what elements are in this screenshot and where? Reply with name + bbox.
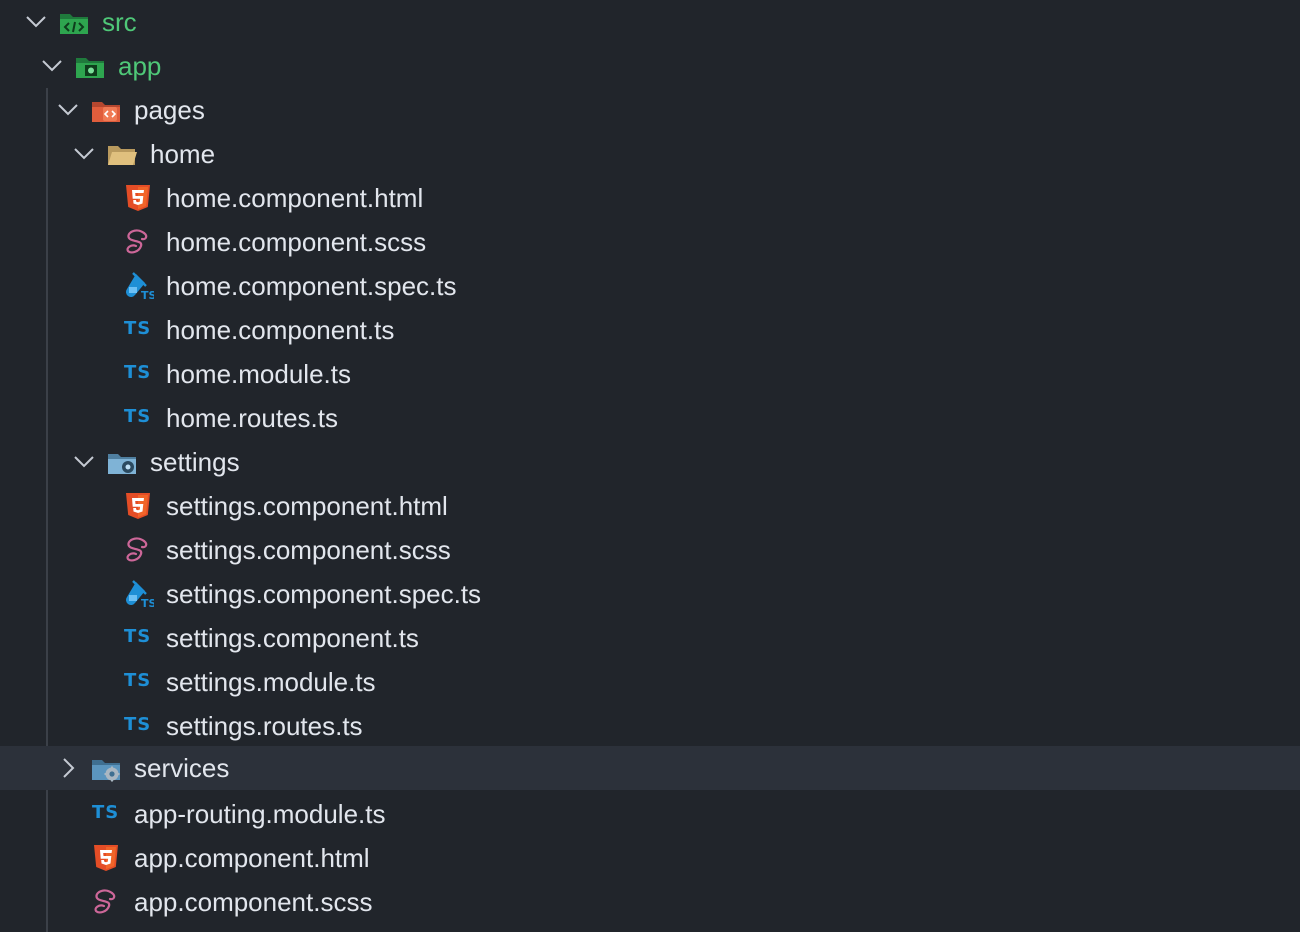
chevron-right-icon[interactable] bbox=[56, 756, 80, 780]
tree-folder-home[interactable]: home bbox=[0, 132, 1300, 176]
folder-open-icon bbox=[106, 139, 138, 169]
typescript-icon: TS bbox=[92, 802, 120, 823]
typescript-icon: TS bbox=[124, 318, 152, 339]
tree-folder-label: settings bbox=[150, 447, 240, 477]
tree-folder-label: pages bbox=[134, 95, 205, 125]
tree-file-home-component-html[interactable]: home.component.html bbox=[0, 176, 1300, 220]
tree-file-settings-component-html[interactable]: settings.component.html bbox=[0, 484, 1300, 528]
tree-folder-label: home bbox=[150, 139, 216, 169]
tree-file-label: home.component.ts bbox=[166, 315, 395, 345]
tree-file-label: settings.component.ts bbox=[166, 623, 419, 653]
test-ts-icon: TS bbox=[122, 271, 154, 301]
typescript-icon: TS bbox=[124, 714, 152, 735]
tree-file-home-module-ts[interactable]: TS home.module.ts bbox=[0, 352, 1300, 396]
tree-file-label: home.component.spec.ts bbox=[166, 271, 457, 301]
tree-file-home-component-spec-ts[interactable]: TS home.component.spec.ts bbox=[0, 264, 1300, 308]
tree-file-label: settings.component.scss bbox=[166, 535, 451, 565]
file-explorer-tree: src app pages home home.component.html h… bbox=[0, 0, 1300, 932]
chevron-down-icon[interactable] bbox=[40, 54, 64, 78]
tree-file-label: home.module.ts bbox=[166, 359, 351, 389]
tree-file-home-component-ts[interactable]: TS home.component.ts bbox=[0, 308, 1300, 352]
tree-folder-settings[interactable]: settings bbox=[0, 440, 1300, 484]
typescript-icon: TS bbox=[124, 670, 152, 691]
chevron-down-icon[interactable] bbox=[56, 98, 80, 122]
tree-file-settings-component-spec-ts[interactable]: TS settings.component.spec.ts bbox=[0, 572, 1300, 616]
tree-file-label: home.component.scss bbox=[166, 227, 427, 257]
tree-file-app-component-html[interactable]: app.component.html bbox=[0, 836, 1300, 880]
tree-file-app-component-scss[interactable]: app.component.scss bbox=[0, 880, 1300, 924]
folder-settings-icon bbox=[106, 447, 138, 477]
tree-folder-label: src bbox=[102, 7, 137, 37]
tree-file-label: app.component.scss bbox=[134, 887, 373, 917]
tree-file-label: settings.module.ts bbox=[166, 667, 376, 697]
tree-file-label: settings.routes.ts bbox=[166, 711, 363, 741]
tree-folder-label: app bbox=[118, 51, 162, 81]
tree-file-label: app.component.html bbox=[134, 843, 370, 873]
tree-file-settings-component-ts[interactable]: TS settings.component.ts bbox=[0, 616, 1300, 660]
sass-icon bbox=[90, 887, 122, 917]
tree-folder-src[interactable]: src bbox=[0, 0, 1300, 44]
sass-icon bbox=[122, 535, 154, 565]
folder-views-icon bbox=[90, 95, 122, 125]
folder-services-icon bbox=[90, 753, 122, 783]
tree-file-settings-component-scss[interactable]: settings.component.scss bbox=[0, 528, 1300, 572]
tree-folder-pages[interactable]: pages bbox=[0, 88, 1300, 132]
typescript-icon: TS bbox=[124, 362, 152, 383]
sass-icon bbox=[122, 227, 154, 257]
tree-file-label: app-routing.module.ts bbox=[134, 799, 386, 829]
tree-file-label: home.component.html bbox=[166, 183, 424, 213]
html5-icon bbox=[90, 843, 122, 873]
tree-file-label: home.routes.ts bbox=[166, 403, 338, 433]
svg-text:TS: TS bbox=[141, 597, 154, 609]
tree-file-settings-routes-ts[interactable]: TS settings.routes.ts bbox=[0, 704, 1300, 748]
tree-file-label: settings.component.html bbox=[166, 491, 448, 521]
folder-src-icon bbox=[58, 7, 90, 37]
folder-app-icon bbox=[74, 51, 106, 81]
svg-text:TS: TS bbox=[141, 289, 154, 301]
tree-file-home-routes-ts[interactable]: TS home.routes.ts bbox=[0, 396, 1300, 440]
html5-icon bbox=[122, 183, 154, 213]
tree-folder-services[interactable]: services bbox=[0, 746, 1300, 790]
tree-folder-app[interactable]: app bbox=[0, 44, 1300, 88]
tree-file-home-component-scss[interactable]: home.component.scss bbox=[0, 220, 1300, 264]
chevron-down-icon[interactable] bbox=[72, 142, 96, 166]
tree-file-settings-module-ts[interactable]: TS settings.module.ts bbox=[0, 660, 1300, 704]
chevron-down-icon[interactable] bbox=[72, 450, 96, 474]
typescript-icon: TS bbox=[124, 626, 152, 647]
tree-file-label: settings.component.spec.ts bbox=[166, 579, 482, 609]
html5-icon bbox=[122, 491, 154, 521]
test-ts-icon: TS bbox=[122, 579, 154, 609]
typescript-icon: TS bbox=[124, 406, 152, 427]
chevron-down-icon[interactable] bbox=[24, 10, 48, 34]
tree-folder-label: services bbox=[134, 753, 230, 783]
tree-file-app-routing-module-ts[interactable]: TS app-routing.module.ts bbox=[0, 792, 1300, 836]
